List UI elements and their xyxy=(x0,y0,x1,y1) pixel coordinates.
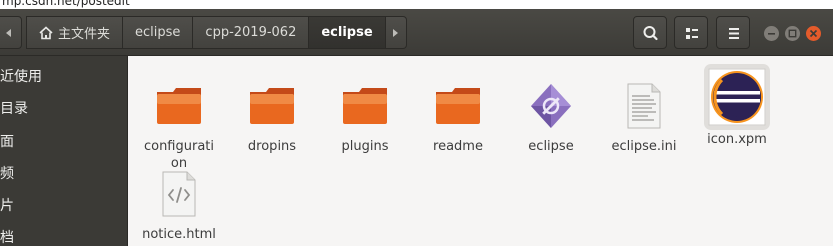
html-file-icon xyxy=(155,170,203,218)
url-text: mp.csdn.net/postedit xyxy=(2,0,130,8)
header-bar: 主文件夹 eclipse cpp-2019-062 eclipse xyxy=(0,9,833,56)
sidebar-item-label: 视频 xyxy=(0,166,14,182)
file-item-configuration[interactable]: configuration xyxy=(133,82,225,172)
sidebar: 最近使用 主目录 桌面 视频 图片 文档 xyxy=(0,56,128,246)
list-view-icon xyxy=(686,28,698,39)
maximize-icon xyxy=(788,29,797,38)
sidebar-item-documents[interactable]: 文档 xyxy=(0,227,14,246)
file-label: dropins xyxy=(247,139,297,154)
file-item-plugins[interactable]: plugins xyxy=(319,82,411,155)
breadcrumb-label: eclipse xyxy=(135,25,181,40)
executable-icon xyxy=(527,82,575,130)
breadcrumb-label: cpp-2019-062 xyxy=(205,25,297,40)
chevron-right-icon xyxy=(392,29,398,37)
breadcrumb-label: eclipse xyxy=(321,25,373,40)
file-label: plugins xyxy=(341,139,389,154)
file-label: configuration xyxy=(143,139,215,171)
hamburger-menu-icon xyxy=(729,28,739,39)
chevron-left-icon xyxy=(6,29,11,37)
close-button[interactable] xyxy=(806,26,821,41)
home-icon xyxy=(39,25,53,40)
back-button[interactable] xyxy=(0,16,22,49)
minimize-button[interactable] xyxy=(764,26,779,41)
file-item-eclipse-ini[interactable]: eclipse.ini xyxy=(598,82,690,155)
sidebar-item-recent[interactable]: 最近使用 xyxy=(0,66,42,88)
background-url-strip: mp.csdn.net/postedit xyxy=(0,0,833,9)
breadcrumb-home[interactable]: 主文件夹 xyxy=(26,16,124,49)
file-label: notice.html xyxy=(142,227,216,242)
breadcrumb-label: 主文件夹 xyxy=(58,27,111,42)
file-label: readme xyxy=(433,139,483,154)
menu-button[interactable] xyxy=(716,16,750,49)
folder-icon xyxy=(341,82,389,130)
file-item-readme[interactable]: readme xyxy=(412,82,504,155)
sidebar-item-label: 文档 xyxy=(0,230,14,246)
folder-icon xyxy=(434,82,482,130)
sidebar-item-desktop[interactable]: 桌面 xyxy=(0,131,14,153)
eclipse-logo-icon xyxy=(708,68,766,126)
text-file-icon xyxy=(620,82,668,130)
close-icon xyxy=(809,29,818,38)
file-item-eclipse[interactable]: eclipse xyxy=(505,82,597,155)
folder-icon xyxy=(155,82,203,130)
view-options-button[interactable] xyxy=(674,16,708,49)
sidebar-item-pictures[interactable]: 图片 xyxy=(0,195,14,217)
breadcrumb-eclipse[interactable]: eclipse xyxy=(123,16,194,49)
breadcrumb: 主文件夹 eclipse cpp-2019-062 eclipse xyxy=(26,16,407,49)
file-label: eclipse xyxy=(528,139,574,154)
file-label: icon.xpm xyxy=(707,132,767,147)
sidebar-item-home[interactable]: 主目录 xyxy=(0,98,28,120)
search-icon xyxy=(643,26,658,41)
file-item-notice-html[interactable]: notice.html xyxy=(133,170,225,243)
minimize-icon xyxy=(768,33,775,35)
file-label: eclipse.ini xyxy=(611,139,677,154)
maximize-button[interactable] xyxy=(785,26,800,41)
sidebar-item-videos[interactable]: 视频 xyxy=(0,163,14,185)
search-button[interactable] xyxy=(633,16,667,49)
file-grid: configuration dropins plugins readme ecl… xyxy=(129,56,833,246)
sidebar-item-label: 图片 xyxy=(0,198,14,214)
sidebar-item-label: 桌面 xyxy=(0,134,14,150)
file-item-dropins[interactable]: dropins xyxy=(226,82,318,155)
breadcrumb-current[interactable]: eclipse xyxy=(309,16,386,49)
forward-button[interactable] xyxy=(385,16,407,49)
file-item-icon-xpm[interactable]: icon.xpm xyxy=(691,68,783,148)
breadcrumb-cpp[interactable]: cpp-2019-062 xyxy=(193,16,310,49)
folder-icon xyxy=(248,82,296,130)
sidebar-item-label: 最近使用 xyxy=(0,69,42,85)
sidebar-item-label: 主目录 xyxy=(0,101,28,117)
